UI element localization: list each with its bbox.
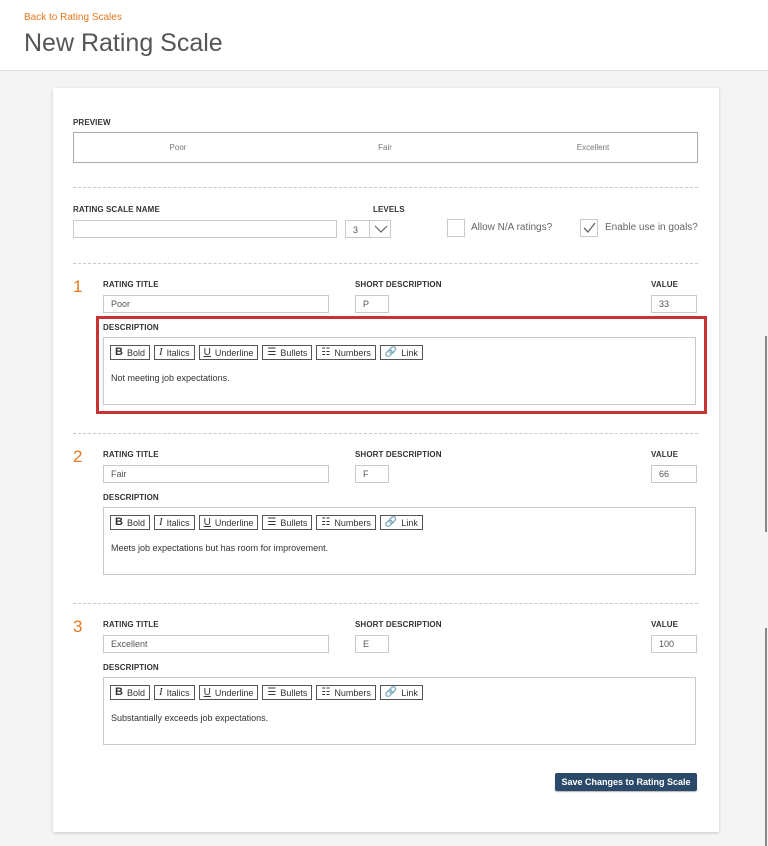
bullet-list-icon: ☰	[267, 686, 277, 698]
bold-button[interactable]: B Bold	[110, 515, 150, 530]
page-header: Back to Rating Scales New Rating Scale	[0, 0, 768, 71]
allow-na-label: Allow N/A ratings?	[471, 222, 553, 233]
value-input[interactable]: 100	[651, 635, 697, 653]
short-description-label: SHORT DESCRIPTION	[355, 620, 442, 629]
numbers-button[interactable]: ☷ Numbers	[316, 685, 376, 700]
preview-box: Poor Fair Excellent	[73, 132, 698, 163]
value-input[interactable]: 66	[651, 465, 697, 483]
link-icon: 🔗	[384, 686, 398, 698]
numbered-list-icon: ☷	[321, 516, 331, 528]
divider	[73, 603, 698, 604]
rating-scale-form: PREVIEW Poor Fair Excellent RATING SCALE…	[53, 88, 719, 832]
italic-icon: I	[158, 516, 163, 528]
short-description-label: SHORT DESCRIPTION	[355, 450, 442, 459]
short-description-input[interactable]: P	[355, 295, 389, 313]
bullets-button[interactable]: ☰ Bullets	[262, 685, 313, 700]
preview-item: Fair	[378, 143, 392, 152]
rating-scale-name-label: RATING SCALE NAME	[73, 205, 160, 214]
underline-button[interactable]: U Underline	[198, 685, 259, 700]
scrollbar[interactable]	[765, 336, 767, 532]
editor-toolbar: B Bold I Italics U Underline ☰ Bullets ☷ Numb…	[110, 515, 423, 530]
enable-goals-label: Enable use in goals?	[605, 222, 698, 233]
underline-icon: U	[203, 686, 211, 698]
italics-button[interactable]: I Italics	[153, 515, 195, 530]
rating-title-input[interactable]: Fair	[103, 465, 329, 483]
bold-button[interactable]: B Bold	[110, 685, 150, 700]
divider	[73, 263, 698, 264]
value-label: VALUE	[651, 280, 679, 289]
preview-item: Excellent	[576, 143, 610, 152]
description-text: Substantially exceeds job expectations.	[111, 713, 269, 723]
bullets-button[interactable]: ☰ Bullets	[262, 515, 313, 530]
short-description-input[interactable]: F	[355, 465, 389, 483]
numbered-list-icon: ☷	[321, 686, 331, 698]
allow-na-checkbox[interactable]	[447, 219, 465, 237]
save-changes-button[interactable]: Save Changes to Rating Scale	[555, 773, 697, 791]
rating-title-input[interactable]: Poor	[103, 295, 329, 313]
description-text: Meets job expectations but has room for …	[111, 543, 329, 553]
value-label: VALUE	[651, 620, 679, 629]
rating-number: 3	[73, 617, 83, 636]
italics-button[interactable]: I Italics	[153, 685, 195, 700]
levels-label: LEVELS	[373, 205, 405, 214]
value-input[interactable]: 33	[651, 295, 697, 313]
rating-scale-name-input[interactable]	[73, 220, 337, 238]
editor-toolbar: B Bold I Italics U Underline ☰ Bullets ☷ Numb…	[110, 685, 423, 700]
divider	[73, 187, 698, 188]
preview-item: Poor	[169, 143, 187, 152]
preview-label: PREVIEW	[73, 118, 111, 127]
rating-title-label: RATING TITLE	[103, 280, 159, 289]
italic-icon: I	[158, 686, 163, 698]
description-editor[interactable]: B Bold I Italics U Underline ☰ Bullets ☷ Numb…	[103, 507, 696, 575]
description-editor[interactable]: B Bold I Italics U Underline ☰ Bullets ☷ Numb…	[103, 677, 696, 745]
short-description-input[interactable]: E	[355, 635, 389, 653]
value-label: VALUE	[651, 450, 679, 459]
enable-goals-checkbox[interactable]	[580, 219, 598, 237]
rating-number: 1	[73, 277, 83, 296]
divider	[73, 433, 698, 434]
rating-title-input[interactable]: Excellent	[103, 635, 329, 653]
description-label: DESCRIPTION	[103, 663, 159, 672]
chevron-down-icon	[369, 221, 391, 237]
rating-title-label: RATING TITLE	[103, 620, 159, 629]
back-to-rating-scales-link[interactable]: Back to Rating Scales	[24, 12, 122, 23]
short-description-label: SHORT DESCRIPTION	[355, 280, 442, 289]
description-label: DESCRIPTION	[103, 493, 159, 502]
levels-value: 3	[353, 225, 359, 235]
link-button[interactable]: 🔗 Link	[379, 685, 423, 700]
bullet-list-icon: ☰	[267, 516, 277, 528]
page-title: New Rating Scale	[24, 29, 223, 57]
rating-number: 2	[73, 447, 83, 466]
bold-icon: B	[115, 516, 123, 528]
underline-icon: U	[203, 516, 211, 528]
bold-icon: B	[115, 686, 123, 698]
rating-title-label: RATING TITLE	[103, 450, 159, 459]
link-icon: 🔗	[384, 516, 398, 528]
scrollbar[interactable]	[765, 628, 767, 846]
levels-select[interactable]: 3	[345, 220, 391, 238]
numbers-button[interactable]: ☷ Numbers	[316, 515, 376, 530]
underline-button[interactable]: U Underline	[198, 515, 259, 530]
highlight-box	[96, 316, 707, 414]
link-button[interactable]: 🔗 Link	[379, 515, 423, 530]
checkmark-icon	[583, 222, 596, 233]
